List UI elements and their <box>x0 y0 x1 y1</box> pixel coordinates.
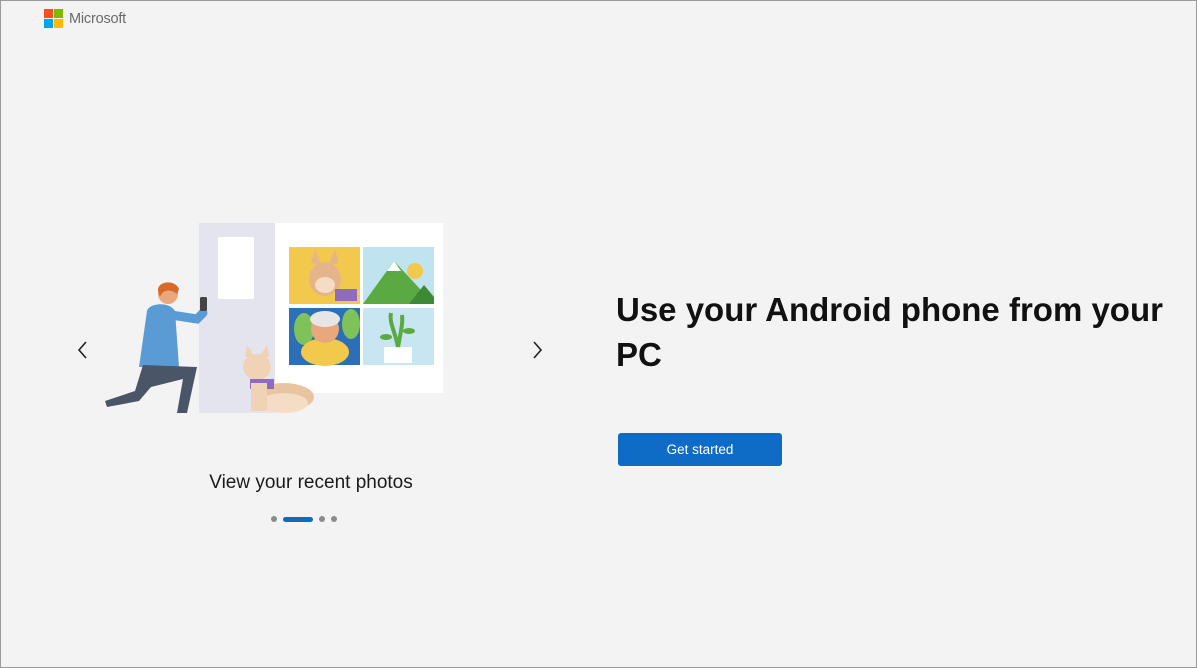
slide-caption: View your recent photos <box>209 472 413 493</box>
app-window: Microsoft View your recent photos Use yo… <box>0 0 1197 668</box>
headline: Use your Android phone from your PC <box>616 291 1163 373</box>
chevron-right-icon <box>533 341 543 359</box>
carousel-dot-1[interactable] <box>271 516 277 522</box>
carousel-dot-3[interactable] <box>319 516 325 522</box>
brand-name: Microsoft <box>69 11 127 27</box>
carousel-dot-2[interactable] <box>283 516 313 522</box>
brand: Microsoft <box>44 9 126 29</box>
carousel-prev-button[interactable] <box>69 335 97 365</box>
chevron-left-icon <box>77 341 87 359</box>
get-started-button[interactable]: Get started <box>618 433 782 466</box>
carousel-pagination <box>271 516 337 522</box>
carousel-next-button[interactable] <box>523 335 551 365</box>
carousel-dot-4[interactable] <box>331 516 337 522</box>
microsoft-logo-icon <box>44 9 64 29</box>
recent-photos-illustration <box>105 223 443 413</box>
